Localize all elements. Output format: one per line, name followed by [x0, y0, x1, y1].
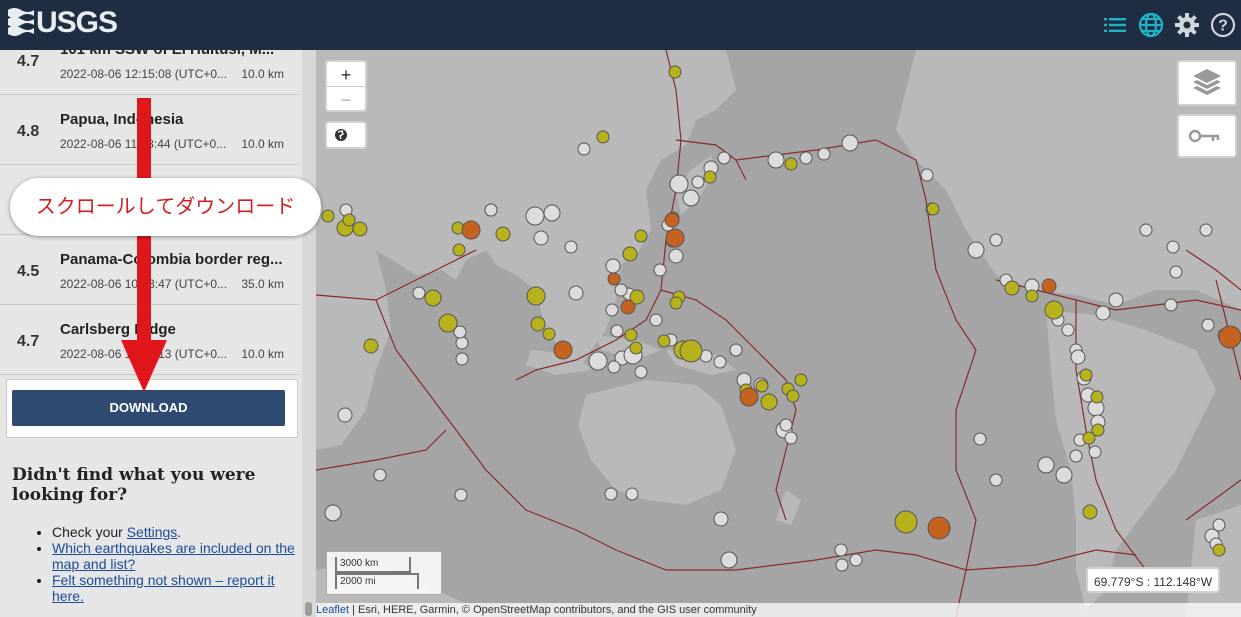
magnitude: 4.5 [17, 263, 40, 280]
quake-depth: 35.0 km [241, 277, 284, 291]
legend-button[interactable] [1177, 114, 1237, 158]
magnitude: 4.8 [17, 123, 40, 140]
cursor-coordinates: 69.779°S : 112.148°W [1086, 567, 1220, 593]
quake-title: Panama-Colombia border reg... [60, 251, 283, 268]
app-header: USGS ? [0, 0, 1241, 50]
layers-button[interactable] [1177, 60, 1237, 106]
annotation-callout: スクロールしてダウンロード [10, 178, 321, 236]
scrollbar-thumb[interactable] [305, 602, 312, 616]
help-icon[interactable]: ? [1209, 11, 1237, 39]
help-heading: Didn't find what you were looking for? [12, 465, 256, 505]
map-scale: 3000 km 2000 mi [326, 551, 442, 595]
key-icon [1188, 129, 1220, 143]
quake-title: Carlsberg Ridge [60, 321, 176, 338]
quake-title: 101 km SSW of El Hultusi, M... [60, 50, 288, 58]
usgs-logo[interactable]: USGS [8, 6, 118, 40]
list-icon[interactable] [1101, 11, 1129, 39]
logo-text: USGS [36, 6, 118, 39]
felt-report-link[interactable]: Felt something not shown – report it her… [52, 572, 275, 604]
check-prefix: Check your [52, 524, 127, 540]
scale-km: 3000 km [335, 557, 411, 573]
zoom-in-button[interactable]: + [327, 62, 365, 87]
leaflet-link[interactable]: Leaflet [316, 604, 349, 616]
earthquake-list-panel: 4.7 101 km SSW of El Hultusi, M... 2022-… [0, 50, 302, 617]
quake-depth: 10.0 km [241, 137, 284, 151]
attribution-text: | Esri, HERE, Garmin, © OpenStreetMap co… [349, 604, 757, 616]
quake-title: Papua, Indonesia [60, 111, 184, 128]
map-attribution: Leaflet | Esri, HERE, Garmin, © OpenStre… [316, 603, 1241, 617]
scale-mi: 2000 mi [335, 573, 419, 589]
download-button[interactable]: DOWNLOAD [12, 390, 285, 426]
check-suffix: . [177, 524, 182, 540]
zoom-control: + − [325, 60, 367, 112]
help-links-list: Check your Settings. Which earthquakes a… [36, 524, 302, 604]
magnitude: 4.7 [17, 333, 40, 350]
annotation-arrow-head [121, 340, 167, 392]
globe-icon[interactable] [1137, 11, 1165, 39]
layers-icon [1193, 69, 1221, 95]
quake-depth: 10.0 km [241, 347, 284, 361]
list-item: Which earthquakes are included on the ma… [52, 540, 302, 572]
world-view-button[interactable] [325, 121, 367, 149]
gear-icon[interactable] [1173, 11, 1201, 39]
list-item: Check your Settings. [52, 524, 302, 540]
quake-depth: 10.0 km [241, 67, 284, 81]
earthquake-map[interactable]: + − 3000 km 2000 mi 69.779°S : 112.148°W… [316, 50, 1241, 617]
globe-icon [335, 129, 347, 141]
sidebar-scrollbar[interactable] [302, 50, 316, 617]
usgs-wave-icon [8, 8, 34, 36]
list-item[interactable]: 4.7 101 km SSW of El Hultusi, M... 2022-… [0, 50, 300, 95]
list-item: Felt something not shown – report it her… [52, 572, 302, 604]
included-quakes-link[interactable]: Which earthquakes are included on the ma… [52, 540, 295, 572]
settings-link[interactable]: Settings [127, 524, 178, 540]
svg-text:?: ? [1218, 18, 1228, 35]
zoom-out-button[interactable]: − [327, 87, 365, 111]
map-canvas[interactable] [316, 50, 1241, 617]
quake-time: 2022-08-06 12:15:08 (UTC+0... [60, 67, 228, 81]
magnitude: 4.7 [17, 53, 40, 70]
